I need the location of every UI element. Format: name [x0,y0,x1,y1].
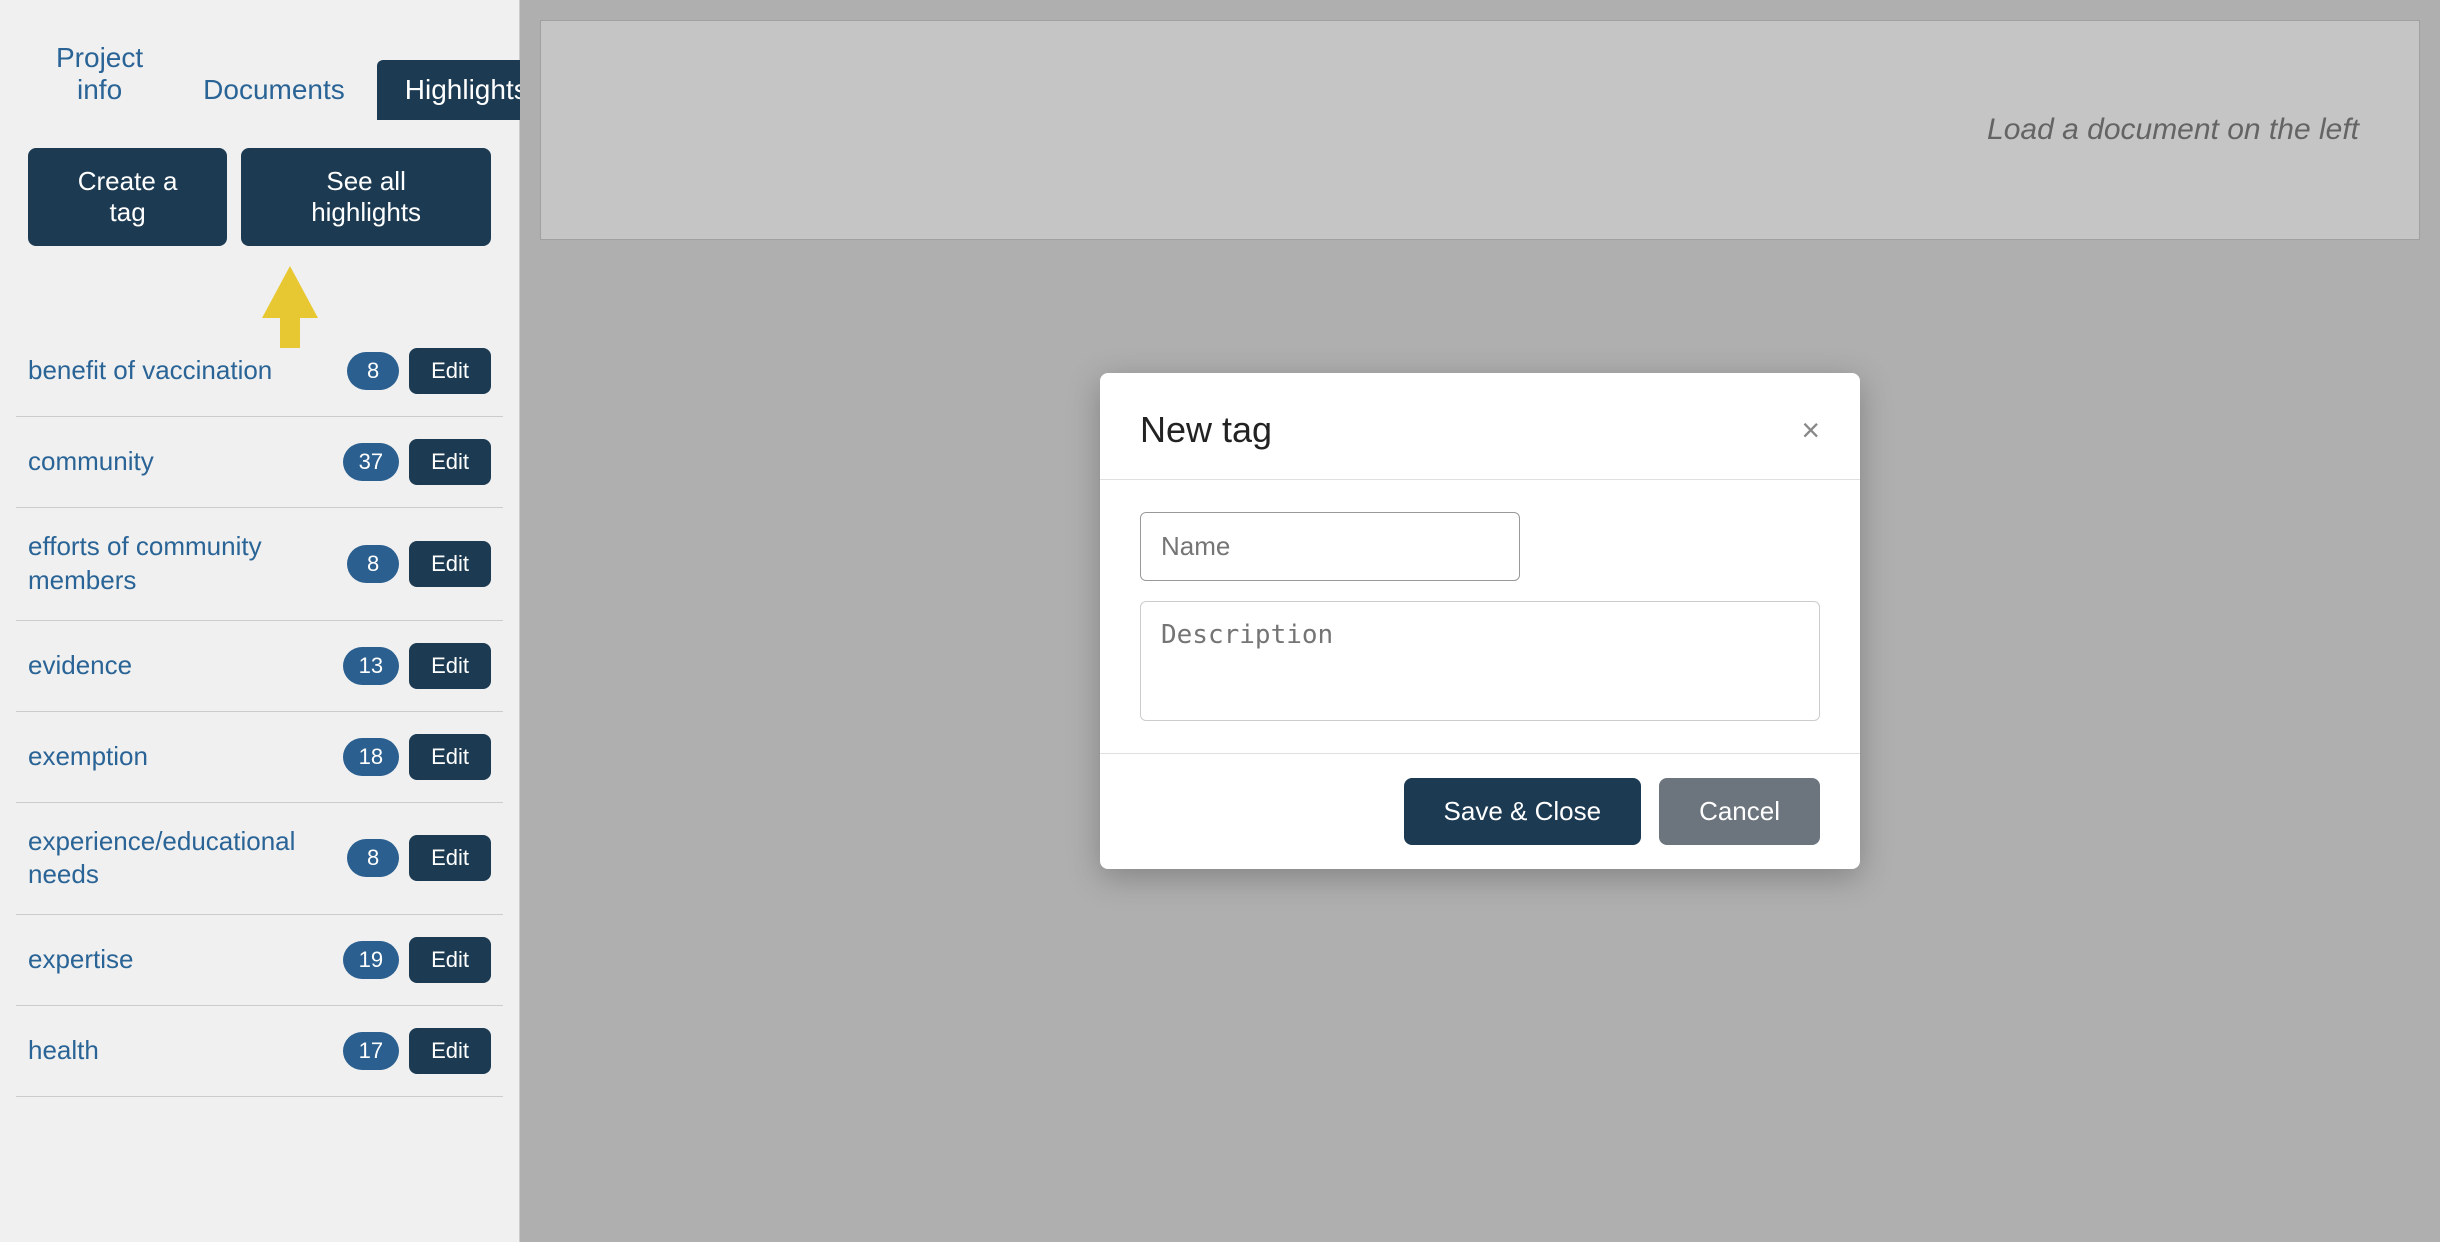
modal-footer: Save & Close Cancel [1100,754,1860,869]
tag-name: benefit of vaccination [28,354,337,388]
tag-name: expertise [28,943,333,977]
tag-name: community [28,445,333,479]
tag-name: exemption [28,740,333,774]
tag-name-input[interactable] [1140,512,1520,581]
edit-button[interactable]: Edit [409,835,491,881]
modal-close-button[interactable]: × [1801,414,1820,446]
edit-button[interactable]: Edit [409,541,491,587]
tag-name: evidence [28,649,333,683]
right-panel: Load a document on the left New tag × Sa… [520,0,2440,1242]
edit-button[interactable]: Edit [409,439,491,485]
up-arrow-icon [262,266,318,318]
tag-name: efforts of community members [28,530,337,598]
new-tag-modal: New tag × Save & Close Cancel [1100,373,1860,869]
tag-row: exemption 18 Edit [16,712,503,803]
tag-name: health [28,1034,333,1068]
tag-description-input[interactable] [1140,601,1820,721]
tag-row: evidence 13 Edit [16,621,503,712]
modal-body [1100,480,1860,754]
save-close-button[interactable]: Save & Close [1404,778,1642,845]
tag-list: benefit of vaccination 8 Edit community … [0,326,519,1242]
tag-count: 8 [347,352,399,390]
tag-row: community 37 Edit [16,417,503,508]
cancel-button[interactable]: Cancel [1659,778,1820,845]
tag-row: expertise 19 Edit [16,915,503,1006]
tab-bar: Project info Documents Highlights [0,0,519,120]
edit-button[interactable]: Edit [409,937,491,983]
tab-documents[interactable]: Documents [175,60,373,120]
action-buttons: Create a tag See all highlights [0,120,519,266]
edit-button[interactable]: Edit [409,348,491,394]
tag-count: 37 [343,443,399,481]
modal-overlay: New tag × Save & Close Cancel [520,0,2440,1242]
tag-count: 19 [343,941,399,979]
arrow-indicator [0,266,519,318]
tag-count: 17 [343,1032,399,1070]
tag-row: health 17 Edit [16,1006,503,1097]
modal-title: New tag [1140,409,1272,451]
tag-row: benefit of vaccination 8 Edit [16,326,503,417]
edit-button[interactable]: Edit [409,643,491,689]
create-tag-button[interactable]: Create a tag [28,148,227,246]
tag-row: efforts of community members 8 Edit [16,508,503,621]
tab-project-info[interactable]: Project info [28,28,171,120]
left-panel: Project info Documents Highlights Create… [0,0,520,1242]
edit-button[interactable]: Edit [409,734,491,780]
edit-button[interactable]: Edit [409,1028,491,1074]
tag-count: 8 [347,545,399,583]
tag-count: 8 [347,839,399,877]
see-all-highlights-button[interactable]: See all highlights [241,148,491,246]
tag-count: 18 [343,738,399,776]
modal-header: New tag × [1100,373,1860,480]
tag-count: 13 [343,647,399,685]
tag-name: experience/educational needs [28,825,337,893]
tag-row: experience/educational needs 8 Edit [16,803,503,916]
